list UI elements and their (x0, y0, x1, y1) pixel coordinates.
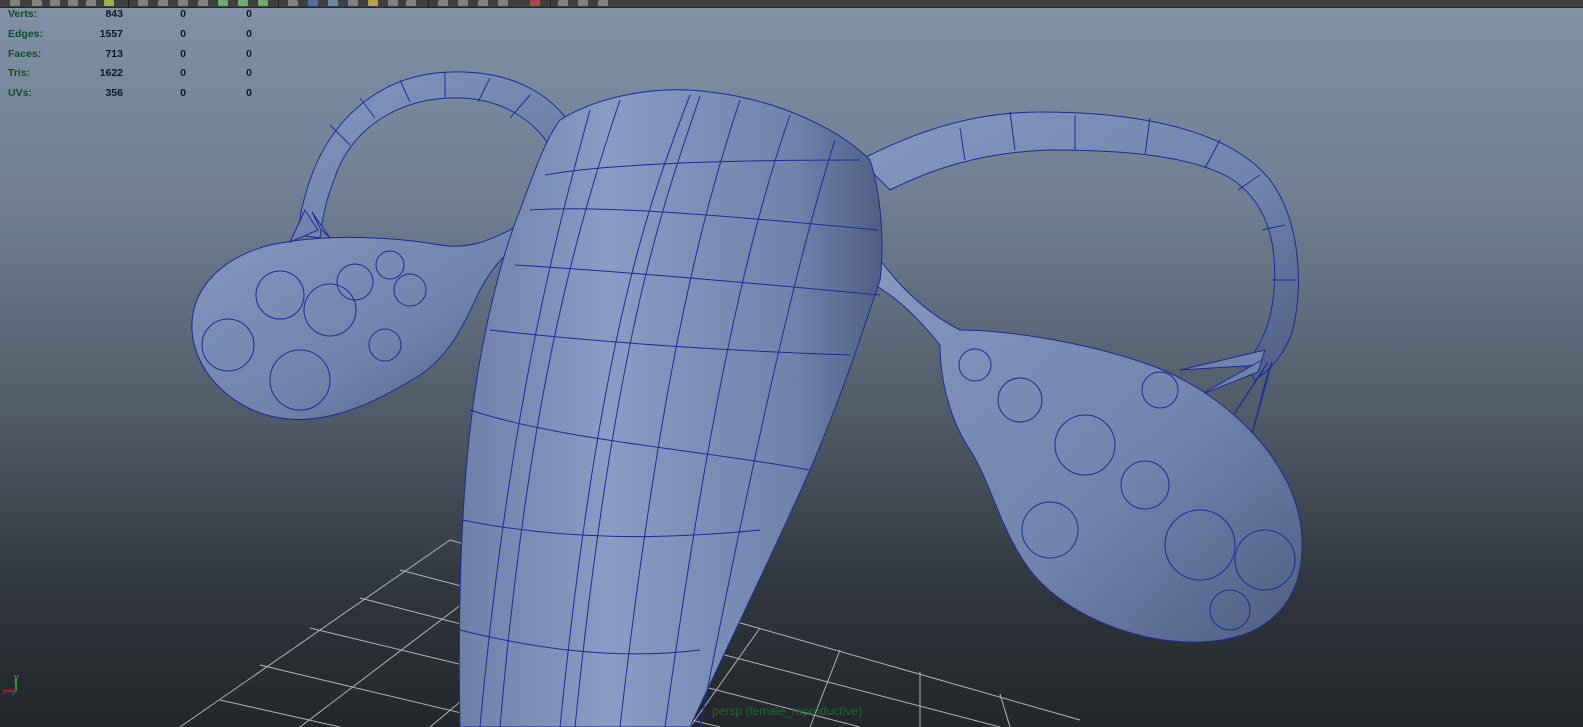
axis-gizmo-icon: y x (2, 673, 19, 696)
hud-value: 0 (246, 67, 252, 80)
hud-value: 1557 (99, 27, 123, 40)
right-fallopian-tube[interactable] (859, 111, 1299, 381)
hud-value: 713 (105, 47, 123, 60)
hud-value: 0 (246, 47, 252, 60)
right-ovary[interactable] (874, 258, 1303, 643)
hud-value: 0 (246, 8, 252, 20)
axis-x-label: x (2, 686, 7, 696)
hud-label: UVs: (8, 87, 32, 100)
viewport-3d-scene[interactable] (0, 0, 1583, 727)
hud-value: 0 (180, 47, 186, 60)
hud-value: 0 (180, 27, 186, 40)
hud-label: Verts: (8, 8, 38, 20)
hud-value: 1622 (99, 67, 123, 80)
hud-value: 0 (180, 87, 186, 100)
hud-value: 0 (180, 8, 186, 20)
axis-y-label: y (14, 673, 19, 682)
camera-label: persp (female_reproductive) (712, 704, 863, 718)
hud-value: 0 (246, 87, 252, 100)
hud-value: 0 (246, 27, 252, 40)
hud-label: Edges: (8, 27, 44, 40)
hud-value: 0 (180, 67, 186, 80)
hud-value: 356 (105, 87, 123, 100)
hud-label: Tris: (8, 67, 31, 80)
hud-label: Faces: (8, 47, 42, 60)
hud-value: 843 (105, 8, 123, 20)
